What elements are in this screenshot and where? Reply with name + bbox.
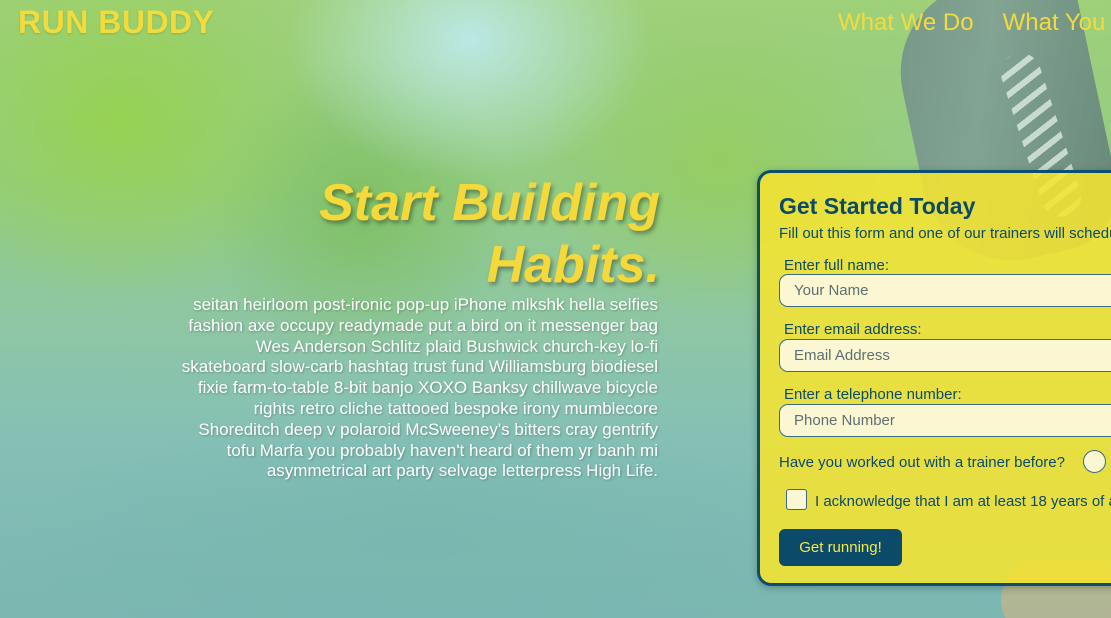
brand-logo[interactable]: RUN BUDDY [18,4,215,41]
hero-title: Start Building Habits. [319,174,660,294]
nav-link-what-you-do[interactable]: What You Do [1003,8,1111,38]
name-label: Enter full name: [784,257,890,274]
trainer-yes-radio[interactable] [1083,450,1106,473]
trainer-question-label: Have you worked out with a trainer befor… [779,454,1065,471]
get-running-button[interactable]: Get running! [779,529,902,566]
form-title: Get Started Today [779,193,976,219]
email-label: Enter email address: [784,321,922,338]
nav-link-what-we-do[interactable]: What We Do [838,8,974,38]
age-ack-label: I acknowledge that I am at least 18 year… [815,493,1111,510]
age-ack-checkbox[interactable] [786,489,807,510]
signup-form-card: Get Started Today Fill out this form and… [757,170,1111,586]
phone-label: Enter a telephone number: [784,386,962,403]
form-subtitle: Fill out this form and one of our traine… [779,225,1111,242]
phone-input[interactable] [779,404,1111,437]
name-input[interactable] [779,274,1111,307]
main-nav: What We Do What You Do [838,8,1111,40]
email-input[interactable] [779,339,1111,372]
hero-description: seitan heirloom post-ironic pop-up iPhon… [181,295,658,481]
